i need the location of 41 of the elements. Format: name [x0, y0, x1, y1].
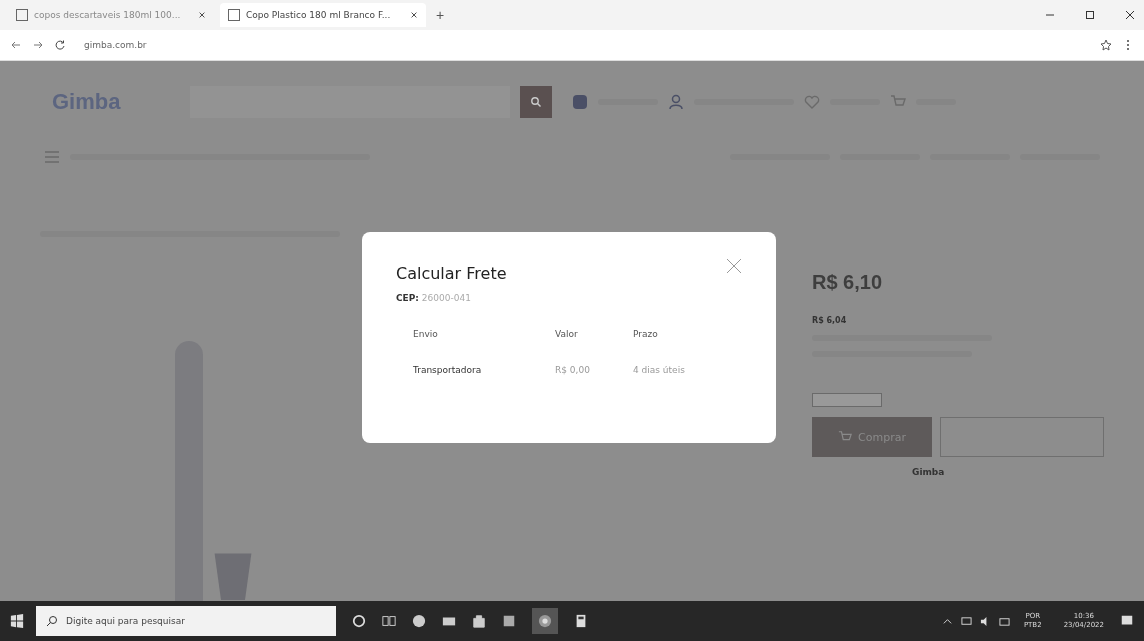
- table-cell-text: R$ 0,00: [555, 365, 591, 375]
- taskbar-search-field[interactable]: Digite aqui para pesquisar: [36, 606, 336, 636]
- favicon-icon: [16, 9, 28, 21]
- star-icon[interactable]: [1100, 39, 1112, 51]
- close-icon[interactable]: [1124, 9, 1136, 21]
- windows-icon[interactable]: [10, 614, 24, 628]
- cep-text: CEP: 26000-041: [396, 293, 472, 303]
- address-bar[interactable]: gimba.com.br: [76, 37, 1090, 53]
- table-cell-text: 4 dias úteis: [633, 365, 686, 375]
- product-price: R$ 6,10: [812, 271, 884, 294]
- store-icon[interactable]: [472, 614, 486, 628]
- column-header: Prazo: [633, 329, 659, 339]
- new-tab-button[interactable]: +: [432, 7, 449, 23]
- calculator-icon[interactable]: [574, 614, 588, 628]
- user-icon[interactable]: [668, 94, 685, 110]
- brand-label: Gimba: [912, 467, 946, 477]
- network-icon[interactable]: [960, 615, 972, 627]
- reload-icon[interactable]: [54, 39, 66, 51]
- close-icon[interactable]: [198, 11, 206, 19]
- table-cell-text: Transportadora: [413, 365, 483, 375]
- column-header: Envio: [413, 329, 439, 339]
- column-header: Valor: [555, 329, 579, 339]
- search-button[interactable]: [520, 86, 553, 118]
- browser-tab[interactable]: Copo Plastico 180 ml Branco F...: [220, 3, 426, 27]
- app-icon[interactable]: [502, 614, 516, 628]
- back-icon[interactable]: [10, 39, 22, 51]
- forward-icon[interactable]: [32, 39, 44, 51]
- keyboard-icon[interactable]: [998, 615, 1010, 627]
- notification-icon[interactable]: [1120, 614, 1134, 628]
- browser-tab[interactable]: copos descartaveis 180ml 100...: [8, 3, 214, 27]
- search-icon: [530, 96, 543, 108]
- search-icon: [46, 615, 58, 627]
- maximize-icon[interactable]: [1084, 9, 1096, 21]
- favicon-icon: [228, 9, 240, 21]
- task-view-icon[interactable]: [382, 614, 396, 628]
- cortana-icon[interactable]: [352, 614, 366, 628]
- dialog-title: Calcular Frete: [396, 264, 507, 283]
- phone-icon[interactable]: [572, 94, 589, 110]
- cup-photo: [213, 551, 253, 601]
- discount-price: R$ 6,04: [812, 316, 848, 325]
- close-icon[interactable]: [410, 11, 418, 19]
